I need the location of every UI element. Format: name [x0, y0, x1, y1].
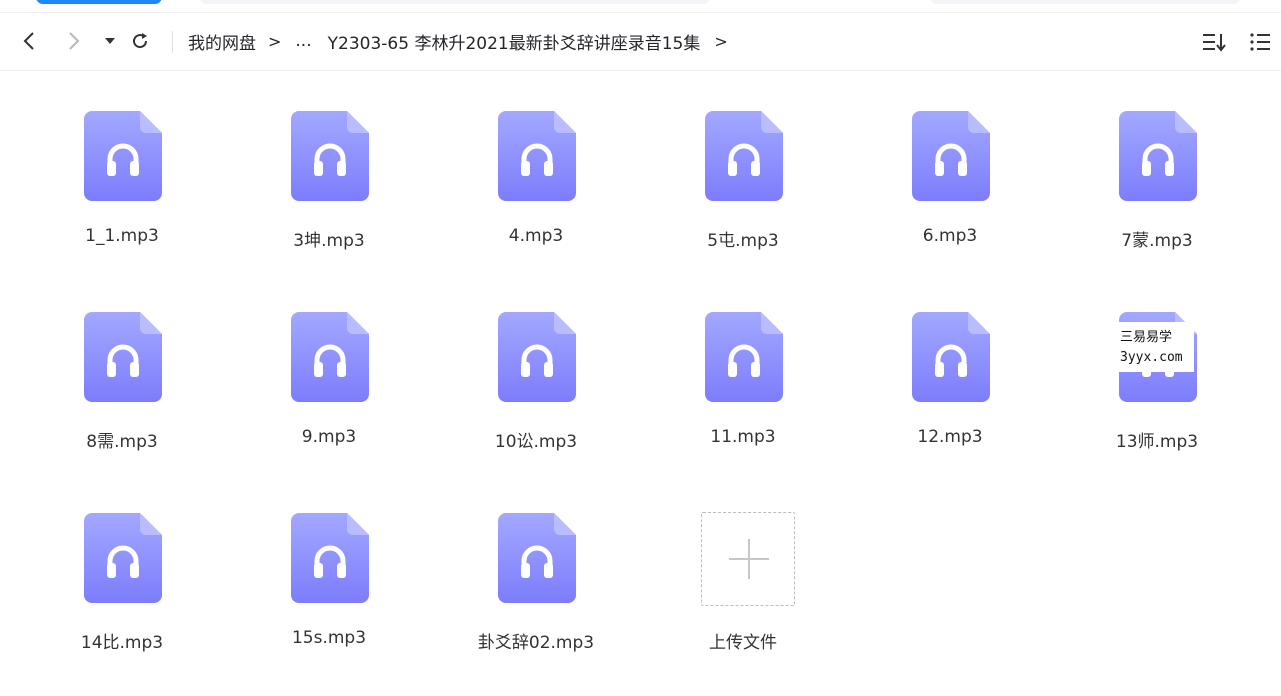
audio-file-icon	[912, 111, 990, 201]
view-tools	[1201, 31, 1273, 53]
file-item[interactable]: 9.mp3	[244, 272, 414, 462]
file-name: 3坤.mp3	[293, 231, 365, 251]
caret-down-icon	[105, 38, 115, 44]
history-dropdown-button[interactable]	[99, 30, 121, 52]
file-item[interactable]: 14比.mp3	[37, 473, 207, 663]
top-strip	[0, 0, 1281, 13]
file-name: 8需.mp3	[86, 432, 158, 452]
file-item[interactable]: 15s.mp3	[244, 473, 414, 663]
file-item[interactable]: 3坤.mp3	[244, 71, 414, 261]
toolbar: 我的网盘 > ... Y2303-65 李林升2021最新卦爻辞讲座录音15集 …	[0, 13, 1281, 71]
file-item[interactable]: 12.mp3	[865, 272, 1035, 462]
watermark: 三易易学 3yyx.com	[1114, 322, 1194, 372]
upload-file-button[interactable]: 上传文件	[658, 473, 828, 663]
audio-file-icon	[705, 312, 783, 402]
file-name: 1_1.mp3	[85, 226, 159, 246]
watermark-line-2: 3yyx.com	[1120, 350, 1183, 365]
file-name: 卦爻辞02.mp3	[477, 633, 595, 653]
file-name: 6.mp3	[922, 226, 978, 246]
audio-file-icon	[84, 312, 162, 402]
sort-button[interactable]	[1201, 31, 1227, 53]
file-item[interactable]: 6.mp3	[865, 71, 1035, 261]
file-name: 10讼.mp3	[494, 432, 578, 452]
audio-file-icon	[1119, 111, 1197, 201]
file-name: 14比.mp3	[80, 633, 164, 653]
file-name: 9.mp3	[301, 427, 357, 447]
file-item[interactable]: 1_1.mp3	[37, 71, 207, 261]
file-name: 7蒙.mp3	[1121, 231, 1193, 251]
forward-button[interactable]	[63, 30, 85, 52]
upload-drop-box[interactable]	[701, 512, 795, 606]
watermark-line-1: 三易易学	[1120, 330, 1173, 345]
refresh-button[interactable]	[129, 30, 151, 52]
plus-icon-vertical	[748, 539, 750, 579]
refresh-icon	[133, 33, 148, 49]
audio-file-icon	[498, 111, 576, 201]
breadcrumb-ellipsis[interactable]: ...	[295, 31, 311, 51]
chevron-right-icon	[69, 32, 80, 50]
breadcrumb: 我的网盘 > ... Y2303-65 李林升2021最新卦爻辞讲座录音15集 …	[188, 29, 742, 54]
primary-action-pill[interactable]	[36, 0, 162, 4]
audio-file-icon	[291, 111, 369, 201]
list-icon	[1250, 33, 1270, 51]
audio-file-icon	[84, 111, 162, 201]
file-name: 15s.mp3	[291, 628, 367, 648]
file-item[interactable]: 7蒙.mp3	[1072, 71, 1242, 261]
breadcrumb-root[interactable]: 我的网盘	[188, 29, 256, 54]
file-item[interactable]: 卦爻辞02.mp3	[451, 473, 621, 663]
breadcrumb-separator: >	[268, 31, 282, 51]
file-name: 13师.mp3	[1115, 432, 1199, 452]
audio-file-icon	[498, 312, 576, 402]
file-name: 4.mp3	[508, 226, 564, 246]
sort-icon	[1203, 34, 1226, 52]
audio-file-icon	[705, 111, 783, 201]
audio-file-icon	[912, 312, 990, 402]
chevron-left-icon	[23, 32, 34, 50]
file-name: 12.mp3	[917, 427, 983, 447]
file-item[interactable]: 5屯.mp3	[658, 71, 828, 261]
toolbar-divider	[172, 31, 173, 53]
audio-file-icon	[291, 513, 369, 603]
file-name: 11.mp3	[710, 427, 776, 447]
upload-label: 上传文件	[709, 633, 777, 653]
audio-file-icon	[498, 513, 576, 603]
back-button[interactable]	[18, 30, 40, 52]
breadcrumb-current[interactable]: Y2303-65 李林升2021最新卦爻辞讲座录音15集	[328, 29, 701, 54]
search-bar[interactable]	[200, 0, 710, 4]
file-item[interactable]: 10讼.mp3	[451, 272, 621, 462]
secondary-bar[interactable]	[930, 0, 1240, 4]
list-view-button[interactable]	[1247, 31, 1273, 53]
file-item[interactable]: 11.mp3	[658, 272, 828, 462]
breadcrumb-trailing-separator: >	[714, 31, 728, 51]
file-item[interactable]: 4.mp3	[451, 71, 621, 261]
file-name: 5屯.mp3	[707, 231, 779, 251]
file-item[interactable]: 8需.mp3	[37, 272, 207, 462]
audio-file-icon	[84, 513, 162, 603]
audio-file-icon	[291, 312, 369, 402]
